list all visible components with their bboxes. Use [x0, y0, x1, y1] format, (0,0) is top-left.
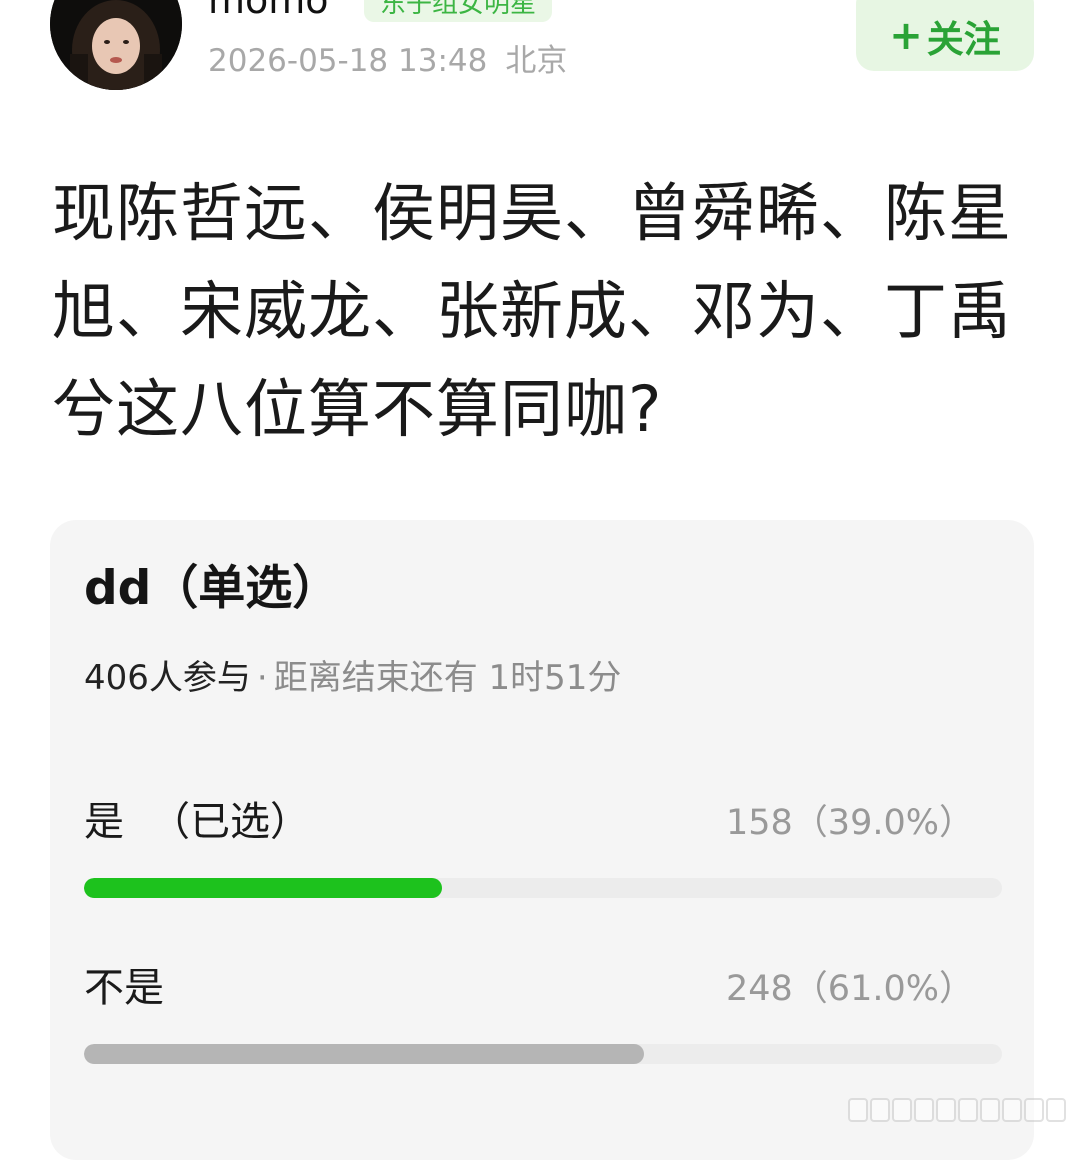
poll-progress-fill [84, 878, 443, 898]
poll-progress-track [84, 878, 1002, 898]
post-location: 北京 [505, 43, 568, 79]
poll-option-result: 248（61.0%） [726, 969, 974, 1009]
poll-meta: 406人参与 · 距离结束还有 1时51分 [84, 656, 621, 700]
user-verification-tag: 东子组女明星 [364, 0, 553, 22]
post-text: 现陈哲远、侯明昊、曾舜晞、陈星旭、宋威龙、张新成、邓为、丁禹兮这八位算不算同咖? [52, 177, 1012, 446]
avatar[interactable] [50, 0, 182, 90]
plus-icon: + [889, 12, 923, 59]
poll-remaining-time: 距离结束还有 1时51分 [273, 658, 622, 698]
follow-label: 关注 [926, 17, 1001, 61]
poll-title: dd（单选） [84, 561, 340, 616]
poll-option-label: 不是 [84, 965, 164, 1011]
poll-progress-track [84, 1044, 1002, 1064]
poll-option-label: 是 [84, 799, 124, 845]
poll-option-result: 158（39.0%） [726, 803, 974, 843]
post-timestamp: 2026-05-18 13:48 [208, 43, 488, 79]
post-meta: 2026-05-18 13:48 北京 [208, 40, 567, 82]
follow-button[interactable]: + 关注 [856, 0, 1034, 71]
username[interactable]: momo [208, 0, 329, 22]
selected-tag: （已选） [150, 799, 310, 845]
watermark [848, 1098, 1066, 1122]
poll-meta-separator: · [256, 658, 268, 698]
poll-participants: 406人参与 [84, 658, 251, 698]
poll-progress-fill [84, 1044, 644, 1064]
poll-card: dd（单选） 406人参与 · 距离结束还有 1时51分 是 （已选） 158（39.… [50, 520, 1034, 1160]
